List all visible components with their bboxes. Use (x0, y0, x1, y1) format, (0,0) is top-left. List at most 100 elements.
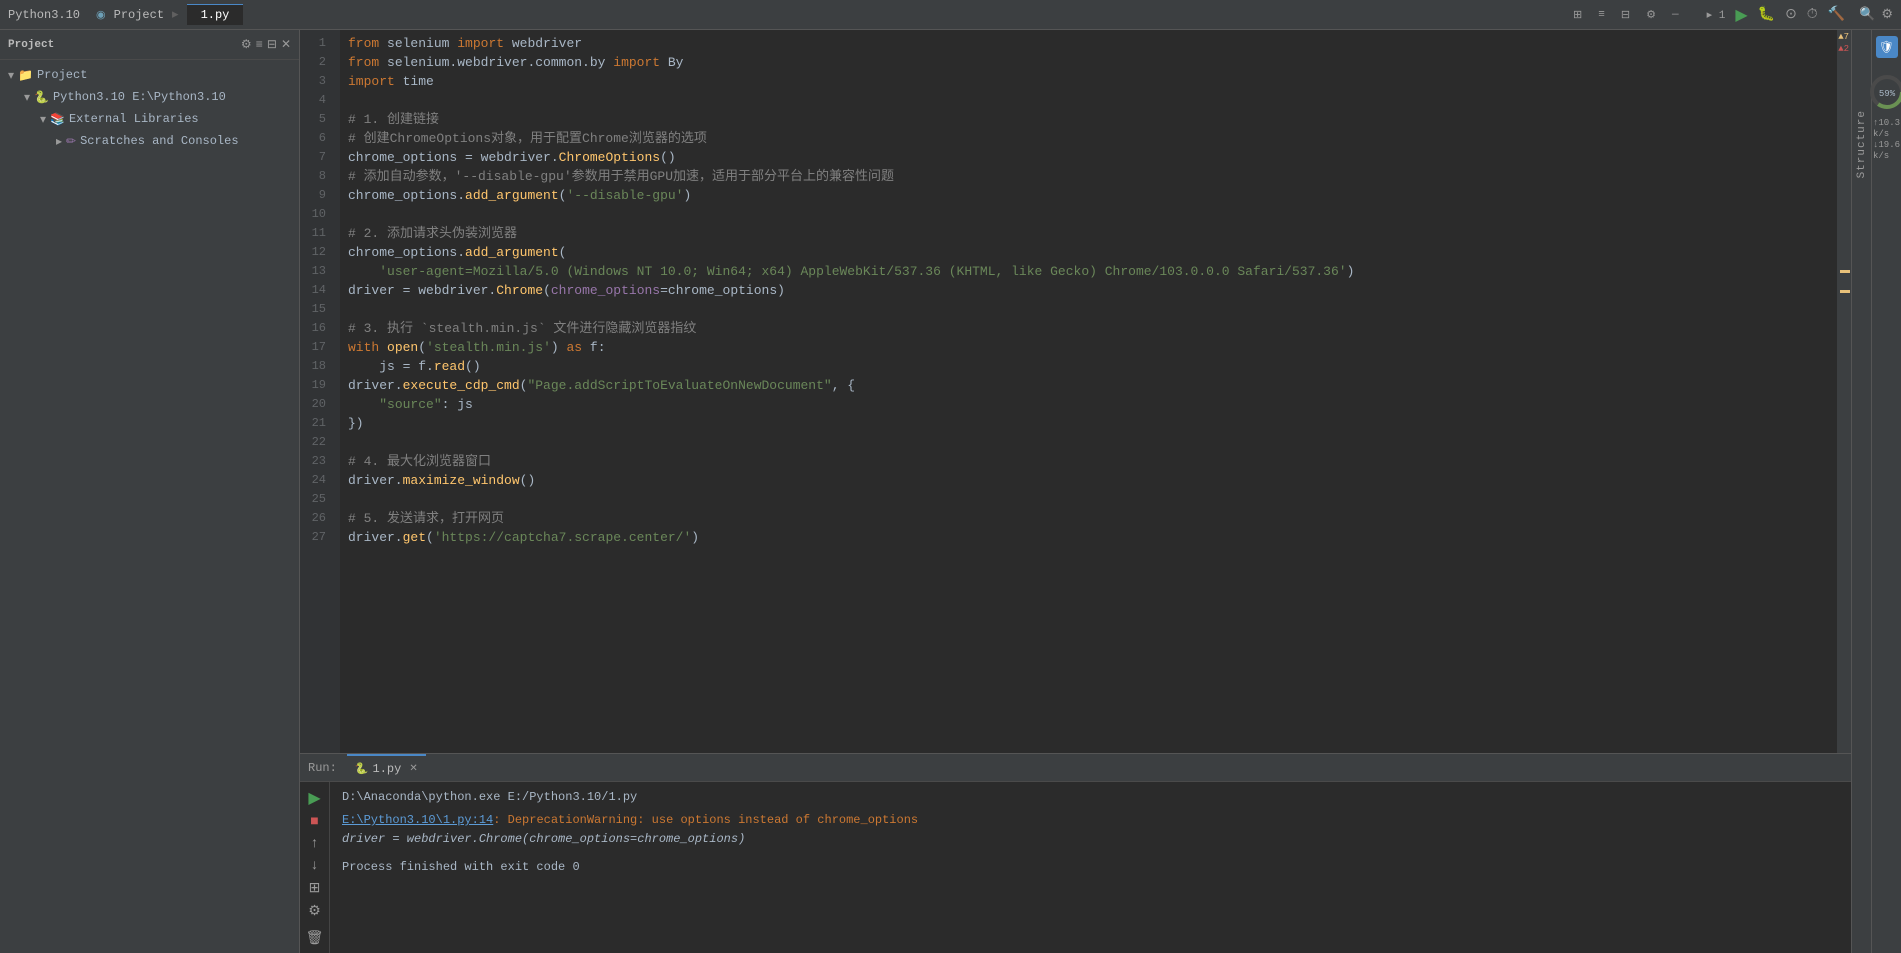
line-num-15: 15 (300, 300, 332, 319)
sidebar-item-scratches[interactable]: ▸ ✏ Scratches and Consoles (0, 130, 299, 152)
security-icon[interactable]: 🛡 (1876, 36, 1898, 58)
sidebar-settings-icon[interactable]: ⚙ (241, 37, 252, 52)
download-stat: ↓19.6 (1873, 140, 1900, 150)
run-controls: ▸ 1 ▶ 🐛 ⊙ ⏱ 🔨 (1707, 5, 1846, 25)
run-button[interactable]: ▶ (1735, 5, 1747, 25)
code-line-5: # 1. 创建链接 (340, 110, 1837, 129)
gutter-err-count: ▲2 (1838, 44, 1849, 54)
right-toolbar: 🛡 59% ↑10.3 k/s ↓19.6 k/s (1871, 30, 1901, 953)
coverage-button[interactable]: ⊙ (1785, 6, 1797, 23)
run-rerun-icon[interactable]: ▶ (308, 788, 320, 808)
sidebar-toolbar: ⚙ ≡ ⊟ ✕ (241, 37, 291, 52)
run-scroll-up-icon[interactable]: ↑ (310, 836, 318, 852)
run-content: ▶ ■ ↑ ↓ ⊞ ⚙ 🗑 D:\Anaconda\python.exe E:/… (300, 782, 1851, 953)
run-label: Run: (308, 761, 337, 775)
title-bar-right: ⊞ ≡ ⊟ ⚙ — ▸ 1 ▶ 🐛 ⊙ ⏱ 🔨 🔍 ⚙ (1567, 5, 1893, 25)
code-line-14: driver = webdriver.Chrome(chrome_options… (340, 281, 1837, 300)
run-scroll-down-icon[interactable]: ↓ (310, 858, 318, 874)
sidebar-close-icon[interactable]: ✕ (281, 37, 291, 52)
run-panel: Run: 🐍 1.py ✕ ▶ ■ ↑ ↓ ⊞ ⚙ 🗑 (300, 753, 1851, 953)
editor-area[interactable]: 1 2 3 4 5 6 7 8 9 10 11 12 13 14 15 16 1… (300, 30, 1851, 753)
grid-toolbar-icon[interactable]: ⊞ (1567, 6, 1588, 24)
sidebar-item-project[interactable]: ▾ 📁 Project (0, 64, 299, 86)
code-content[interactable]: from selenium import webdriver from sele… (340, 30, 1837, 753)
debug-button[interactable]: 🐛 (1758, 6, 1775, 23)
file-tab[interactable]: 1.py (187, 4, 244, 25)
line-num-2: 2 (300, 53, 332, 72)
code-line-3: import time (340, 72, 1837, 91)
run-code-line: driver = webdriver.Chrome(chrome_options… (342, 830, 1839, 849)
run-config-label: ▸ 1 (1707, 8, 1726, 22)
project-label: Project (114, 8, 164, 22)
line-num-16: 16 (300, 319, 332, 338)
line-num-7: 7 (300, 148, 332, 167)
code-line-21: }) (340, 414, 1837, 433)
settings-toolbar-icon[interactable]: ⚙ (1640, 6, 1662, 24)
lib-icon: 📚 (50, 112, 65, 127)
code-line-7: chrome_options = webdriver.ChromeOptions… (340, 148, 1837, 167)
title-bar-left: Python3.10 ◉ Project ▸ 1.py (8, 4, 243, 25)
code-line-25 (340, 490, 1837, 509)
line-num-24: 24 (300, 471, 332, 490)
search-icon[interactable]: 🔍 (1859, 7, 1875, 22)
list-toolbar-icon[interactable]: ≡ (1592, 7, 1611, 23)
project-expand-icon: ▾ (8, 68, 14, 83)
code-line-15 (340, 300, 1837, 319)
memory-meter[interactable]: 59% (1869, 74, 1901, 110)
right-gutter: ▲7 ▲2 (1837, 30, 1851, 753)
code-line-9: chrome_options.add_argument('--disable-g… (340, 186, 1837, 205)
code-line-23: # 4. 最大化浏览器窗口 (340, 452, 1837, 471)
title-bar: Python3.10 ◉ Project ▸ 1.py ⊞ ≡ ⊟ ⚙ — ▸ … (0, 0, 1901, 30)
line-numbers: 1 2 3 4 5 6 7 8 9 10 11 12 13 14 15 16 1… (300, 30, 340, 753)
split-toolbar-icon[interactable]: ⊟ (1615, 6, 1636, 24)
line-num-18: 18 (300, 357, 332, 376)
code-line-18: js = f.read() (340, 357, 1837, 376)
line-num-19: 19 (300, 376, 332, 395)
line-num-22: 22 (300, 433, 332, 452)
settings-icon[interactable]: ⚙ (1881, 7, 1893, 22)
close-toolbar-icon[interactable]: — (1666, 7, 1685, 23)
sidebar-item-external-libs[interactable]: ▾ 📚 External Libraries (0, 108, 299, 130)
gutter-mark-2 (1840, 290, 1850, 293)
run-tab[interactable]: 🐍 1.py ✕ (347, 754, 426, 781)
line-num-4: 4 (300, 91, 332, 110)
line-num-20: 20 (300, 395, 332, 414)
line-num-25: 25 (300, 490, 332, 509)
run-settings-icon[interactable]: ⚙ (308, 903, 321, 920)
scratches-icon: ✏ (66, 134, 76, 149)
run-header: Run: 🐍 1.py ✕ (300, 754, 1851, 782)
run-tab-close[interactable]: ✕ (409, 763, 417, 775)
code-line-22 (340, 433, 1837, 452)
run-exit-line: Process finished with exit code 0 (342, 858, 1839, 877)
line-num-27: 27 (300, 528, 332, 547)
sidebar-split-icon[interactable]: ⊟ (267, 37, 277, 52)
code-line-11: # 2. 添加请求头伪装浏览器 (340, 224, 1837, 243)
line-num-17: 17 (300, 338, 332, 357)
profile-button[interactable]: ⏱ (1807, 7, 1818, 23)
line-num-6: 6 (300, 129, 332, 148)
code-line-26: # 5. 发送请求，打开网页 (340, 509, 1837, 528)
build-button[interactable]: 🔨 (1828, 6, 1845, 23)
line-num-23: 23 (300, 452, 332, 471)
structure-sidebar: Structure (1851, 30, 1871, 953)
run-output[interactable]: D:\Anaconda\python.exe E:/Python3.10/1.p… (330, 782, 1851, 953)
code-line-4 (340, 91, 1837, 110)
code-line-20: "source": js (340, 395, 1837, 414)
scratches-expand-icon: ▸ (56, 134, 62, 149)
lib-label: External Libraries (69, 112, 199, 126)
lib-expand-icon: ▾ (40, 112, 46, 127)
run-trash-icon[interactable]: 🗑 (306, 930, 324, 947)
network-stats: ↑10.3 k/s ↓19.6 k/s (1873, 118, 1900, 161)
app-title: Python3.10 (8, 8, 80, 22)
line-num-9: 9 (300, 186, 332, 205)
run-stop-icon[interactable]: ■ (310, 814, 318, 830)
svg-text:59%: 59% (1878, 89, 1895, 99)
code-line-1: from selenium import webdriver (340, 34, 1837, 53)
sidebar-item-python310[interactable]: ▾ 🐍 Python3.10 E:\Python3.10 (0, 86, 299, 108)
run-tab-icon: 🐍 (355, 762, 369, 776)
structure-label[interactable]: Structure (1856, 110, 1868, 178)
run-filter-icon[interactable]: ⊞ (309, 880, 321, 897)
sidebar-list-icon[interactable]: ≡ (256, 38, 263, 52)
line-num-11: 11 (300, 224, 332, 243)
code-line-24: driver.maximize_window() (340, 471, 1837, 490)
